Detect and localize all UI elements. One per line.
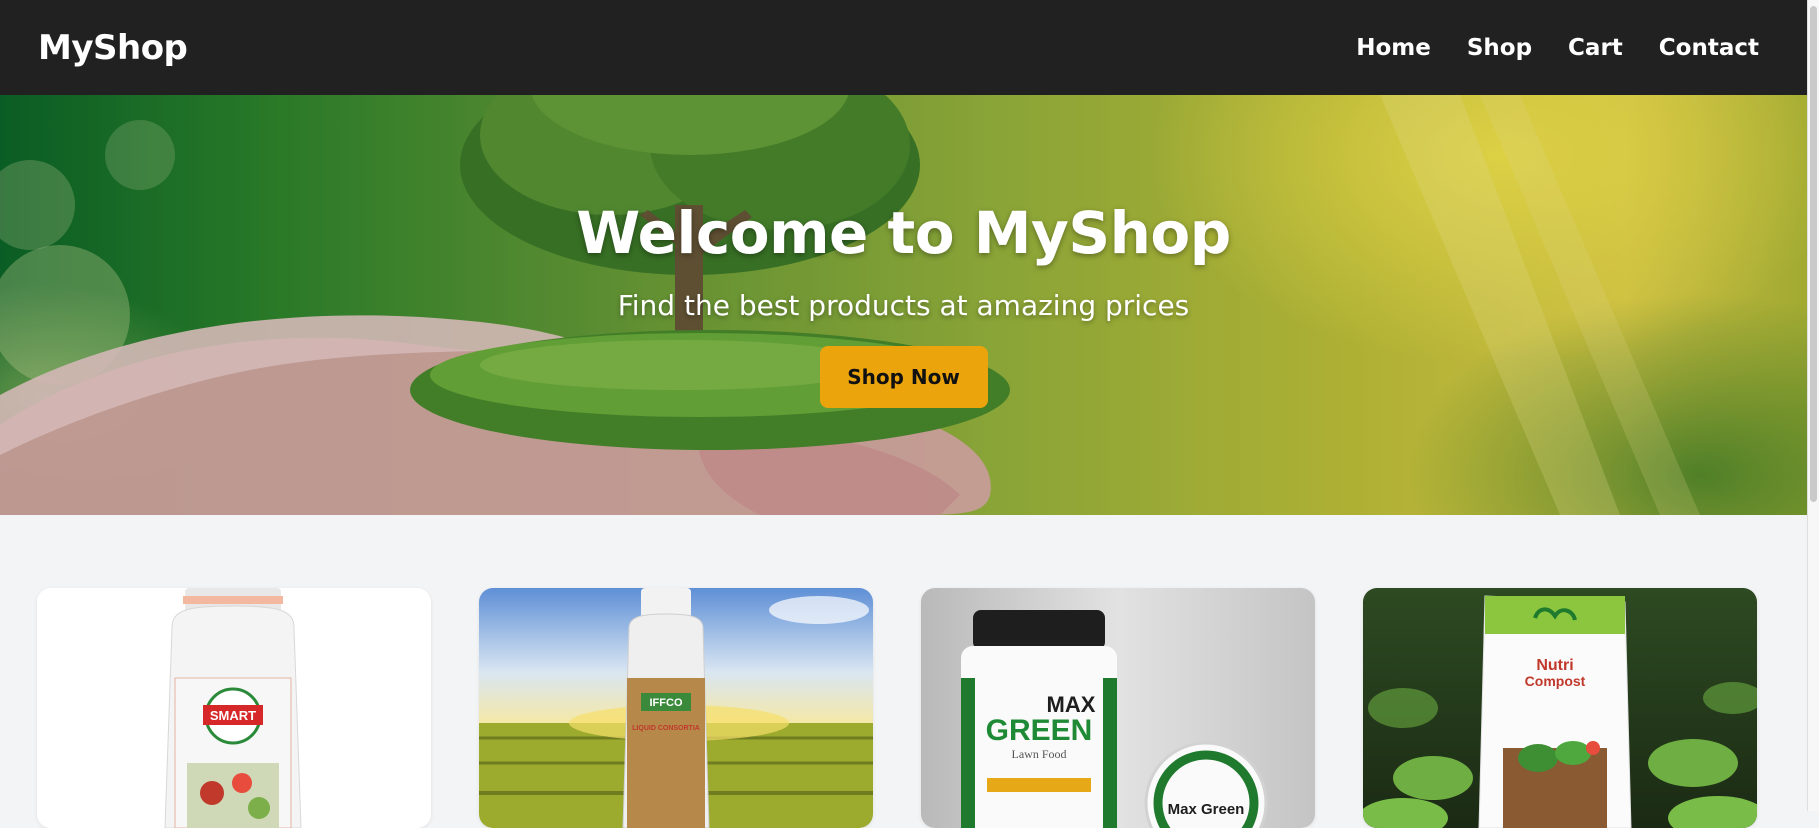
nav-link-cart[interactable]: Cart bbox=[1568, 35, 1623, 61]
shop-now-button[interactable]: Shop Now bbox=[819, 346, 988, 408]
product-label-max-green: Max Green bbox=[1168, 801, 1245, 818]
product-label-nutri: Nutri bbox=[1536, 657, 1573, 674]
product-card[interactable]: MAX GREEN Lawn Food Max Green bbox=[921, 588, 1315, 828]
product-image[interactable]: IFFCO LIQUID CONSORTIA bbox=[479, 588, 873, 828]
product-image[interactable]: SMART bbox=[37, 588, 431, 828]
product-grid: SMART IFFCO LIQUID CONSORTIA MAX GREEN L… bbox=[37, 588, 1757, 828]
product-card[interactable]: Nutri Compost bbox=[1363, 588, 1757, 828]
brand-logo[interactable]: MyShop bbox=[38, 28, 188, 68]
nav-link-contact[interactable]: Contact bbox=[1659, 35, 1759, 61]
product-image[interactable]: Nutri Compost bbox=[1363, 588, 1757, 828]
product-label-green: GREEN bbox=[986, 714, 1093, 747]
navbar: MyShop Home Shop Cart Contact bbox=[0, 0, 1807, 95]
hero-banner: Welcome to MyShop Find the best products… bbox=[0, 95, 1807, 515]
product-label-compost: Compost bbox=[1525, 673, 1586, 689]
scrollbar-thumb[interactable] bbox=[1810, 6, 1817, 502]
product-card[interactable]: SMART bbox=[37, 588, 431, 828]
product-label-smart: SMART bbox=[210, 708, 256, 723]
page-scrollbar[interactable] bbox=[1807, 0, 1819, 811]
hero-content: Welcome to MyShop Find the best products… bbox=[0, 95, 1807, 515]
product-card[interactable]: IFFCO LIQUID CONSORTIA bbox=[479, 588, 873, 828]
nav-link-home[interactable]: Home bbox=[1356, 35, 1431, 61]
hero-title: Welcome to MyShop bbox=[576, 199, 1231, 267]
product-label-lawn-food: Lawn Food bbox=[1012, 747, 1067, 761]
nav-link-shop[interactable]: Shop bbox=[1467, 35, 1532, 61]
product-label-iffco: IFFCO bbox=[650, 697, 683, 709]
nav-links: Home Shop Cart Contact bbox=[1356, 35, 1759, 61]
product-image[interactable]: MAX GREEN Lawn Food Max Green bbox=[921, 588, 1315, 828]
hero-subtitle: Find the best products at amazing prices bbox=[617, 289, 1190, 322]
product-label-liquid-consortia: LIQUID CONSORTIA bbox=[632, 725, 700, 732]
